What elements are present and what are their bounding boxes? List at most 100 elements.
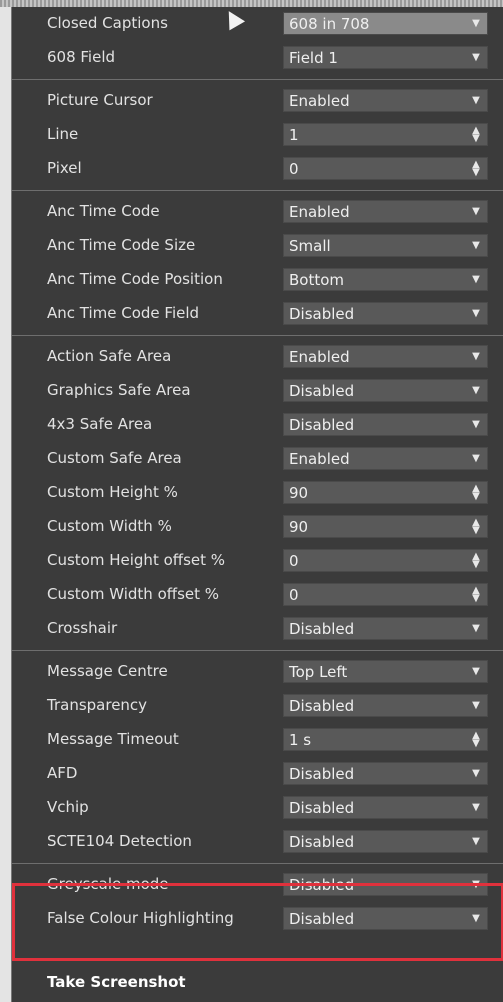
- setting-row-picture-cursor: Picture Cursor Enabled ▼: [12, 84, 503, 118]
- control-value: Disabled: [289, 382, 355, 400]
- setting-row-line: Line 1 ▲ ▼: [12, 118, 503, 152]
- spinner-arrows-icon[interactable]: ▲ ▼: [469, 584, 483, 605]
- spinner-arrows-icon[interactable]: ▲ ▼: [469, 124, 483, 145]
- vchip-dropdown[interactable]: Disabled ▼: [283, 796, 488, 819]
- chevron-down-icon[interactable]: ▼: [469, 201, 483, 222]
- false-colour-highlighting-dropdown[interactable]: Disabled ▼: [283, 907, 488, 930]
- take-screenshot-button[interactable]: Take Screenshot: [47, 973, 186, 991]
- setting-row-custom-width-offset-pct: Custom Width offset % 0 ▲ ▼: [12, 578, 503, 612]
- chevron-down-icon[interactable]: ▼: [469, 831, 483, 852]
- chevron-down-icon[interactable]: ▼: [469, 269, 483, 290]
- spinner-arrows-icon[interactable]: ▲ ▼: [469, 158, 483, 179]
- setting-row-anc-time-code-field: Anc Time Code Field Disabled ▼: [12, 297, 503, 331]
- setting-label: Crosshair: [47, 619, 118, 637]
- crosshair-dropdown[interactable]: Disabled ▼: [283, 617, 488, 640]
- chevron-down-icon[interactable]: ▼: [469, 414, 483, 435]
- chevron-down-icon[interactable]: ▼: [469, 90, 483, 111]
- message-centre-dropdown[interactable]: Top Left ▼: [283, 660, 488, 683]
- chevron-down-icon[interactable]: ▼: [469, 346, 483, 367]
- control-value: 90: [289, 518, 309, 536]
- custom-height-pct-spinner[interactable]: 90 ▲ ▼: [283, 481, 488, 504]
- settings-group: Picture Cursor Enabled ▼ Line 1 ▲ ▼ Pixel 0 ▲ ▼: [12, 84, 503, 186]
- control-value: 1 s: [289, 731, 312, 749]
- control-value: 1: [289, 126, 299, 144]
- setting-row-anc-time-code: Anc Time Code Enabled ▼: [12, 195, 503, 229]
- chevron-down-icon[interactable]: ▼: [469, 695, 483, 716]
- setting-row-message-timeout: Message Timeout 1 s ▲ ▼: [12, 723, 503, 757]
- control-value: Disabled: [289, 620, 355, 638]
- control-value: 0: [289, 160, 299, 178]
- setting-row-message-centre: Message Centre Top Left ▼: [12, 655, 503, 689]
- setting-label: Graphics Safe Area: [47, 381, 191, 399]
- setting-label: Pixel: [47, 159, 82, 177]
- setting-row-false-colour-highlighting: False Colour Highlighting Disabled ▼: [12, 902, 503, 936]
- greyscale-mode-dropdown[interactable]: Disabled ▼: [283, 873, 488, 896]
- line-spinner[interactable]: 1 ▲ ▼: [283, 123, 488, 146]
- settings-group: Closed Captions 608 in 708 ▼ 608 Field Field…: [12, 7, 503, 75]
- spinner-arrows-icon[interactable]: ▲ ▼: [469, 550, 483, 571]
- setting-row-greyscale-mode: Greyscale mode Disabled ▼: [12, 868, 503, 902]
- control-value: Top Left: [289, 663, 348, 681]
- message-timeout-spinner[interactable]: 1 s ▲ ▼: [283, 728, 488, 751]
- graphics-safe-area-dropdown[interactable]: Disabled ▼: [283, 379, 488, 402]
- chevron-down-icon[interactable]: ▼: [469, 763, 483, 784]
- setting-row-anc-time-code-position: Anc Time Code Position Bottom ▼: [12, 263, 503, 297]
- chevron-down-icon[interactable]: ▼: [469, 235, 483, 256]
- setting-label: Message Timeout: [47, 730, 179, 748]
- 608-field-dropdown[interactable]: Field 1 ▼: [283, 46, 488, 69]
- 4x3-safe-area-dropdown[interactable]: Disabled ▼: [283, 413, 488, 436]
- anc-time-code-position-dropdown[interactable]: Bottom ▼: [283, 268, 488, 291]
- setting-label: Custom Height offset %: [47, 551, 226, 569]
- setting-label: Anc Time Code Position: [47, 270, 223, 288]
- chevron-down-icon[interactable]: ▼: [469, 618, 483, 639]
- chevron-down-icon[interactable]: ▼: [469, 908, 483, 929]
- control-value: Enabled: [289, 203, 350, 221]
- setting-label: Action Safe Area: [47, 347, 172, 365]
- spinner-arrows-icon[interactable]: ▲ ▼: [469, 516, 483, 537]
- custom-safe-area-dropdown[interactable]: Enabled ▼: [283, 447, 488, 470]
- chevron-down-icon[interactable]: ▼: [469, 797, 483, 818]
- chevron-down-icon[interactable]: ▼: [469, 448, 483, 469]
- control-value: Disabled: [289, 305, 355, 323]
- anc-time-code-dropdown[interactable]: Enabled ▼: [283, 200, 488, 223]
- setting-label: 608 Field: [47, 48, 116, 66]
- control-value: Disabled: [289, 876, 355, 894]
- scte104-detection-dropdown[interactable]: Disabled ▼: [283, 830, 488, 853]
- picture-cursor-dropdown[interactable]: Enabled ▼: [283, 89, 488, 112]
- control-value: Enabled: [289, 450, 350, 468]
- settings-panel: Closed Captions 608 in 708 ▼ 608 Field Field…: [11, 7, 503, 1002]
- setting-label: Greyscale mode: [47, 875, 169, 893]
- chevron-down-icon[interactable]: ▼: [469, 303, 483, 324]
- control-value: 608 in 708: [289, 15, 370, 33]
- control-value: Small: [289, 237, 331, 255]
- anc-time-code-size-dropdown[interactable]: Small ▼: [283, 234, 488, 257]
- setting-label: 4x3 Safe Area: [47, 415, 153, 433]
- closed-captions-dropdown[interactable]: 608 in 708 ▼: [283, 12, 488, 35]
- setting-row-custom-height-offset-pct: Custom Height offset % 0 ▲ ▼: [12, 544, 503, 578]
- chevron-down-icon[interactable]: ▼: [469, 661, 483, 682]
- setting-label: SCTE104 Detection: [47, 832, 192, 850]
- setting-label: AFD: [47, 764, 78, 782]
- pixel-spinner[interactable]: 0 ▲ ▼: [283, 157, 488, 180]
- spinner-arrows-icon[interactable]: ▲ ▼: [469, 729, 483, 750]
- afd-dropdown[interactable]: Disabled ▼: [283, 762, 488, 785]
- custom-height-offset-pct-spinner[interactable]: 0 ▲ ▼: [283, 549, 488, 572]
- chevron-down-icon[interactable]: ▼: [469, 13, 483, 34]
- chevron-down-icon[interactable]: ▼: [469, 47, 483, 68]
- control-value: Field 1: [289, 49, 338, 67]
- custom-width-pct-spinner[interactable]: 90 ▲ ▼: [283, 515, 488, 538]
- chevron-down-icon[interactable]: ▼: [469, 380, 483, 401]
- setting-label: Custom Width offset %: [47, 585, 220, 603]
- spinner-arrows-icon[interactable]: ▲ ▼: [469, 482, 483, 503]
- chevron-down-icon[interactable]: ▼: [469, 874, 483, 895]
- custom-width-offset-pct-spinner[interactable]: 0 ▲ ▼: [283, 583, 488, 606]
- setting-label: Anc Time Code Field: [47, 304, 200, 322]
- anc-time-code-field-dropdown[interactable]: Disabled ▼: [283, 302, 488, 325]
- control-value: Disabled: [289, 799, 355, 817]
- setting-label: Custom Safe Area: [47, 449, 182, 467]
- setting-label: Line: [47, 125, 79, 143]
- settings-group: Greyscale mode Disabled ▼ False Colour High…: [12, 868, 503, 936]
- transparency-dropdown[interactable]: Disabled ▼: [283, 694, 488, 717]
- control-value: Enabled: [289, 348, 350, 366]
- action-safe-area-dropdown[interactable]: Enabled ▼: [283, 345, 488, 368]
